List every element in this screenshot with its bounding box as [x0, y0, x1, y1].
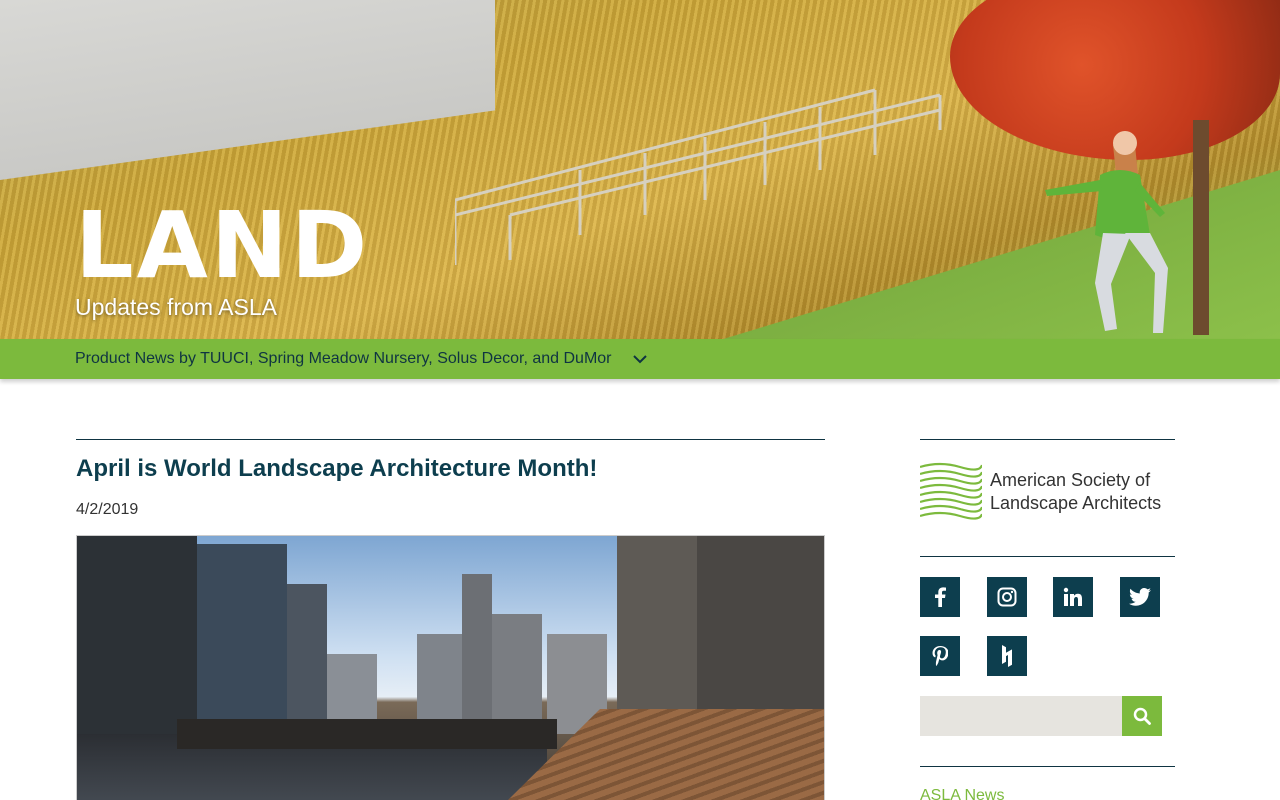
houzz-icon[interactable]	[986, 636, 1027, 676]
hero-railing	[455, 88, 942, 265]
site-brand[interactable]: LAND Updates from ASLA	[75, 200, 370, 321]
social-links	[920, 577, 1175, 676]
search-input[interactable]	[920, 696, 1122, 736]
instagram-icon[interactable]	[986, 577, 1027, 617]
divider	[920, 556, 1175, 557]
search-bar	[920, 696, 1175, 736]
pinterest-icon[interactable]	[920, 636, 960, 676]
twitter-icon[interactable]	[1119, 577, 1160, 617]
nav-current-post-label[interactable]: Product News by TUUCI, Spring Meadow Nur…	[75, 350, 612, 368]
site-title[interactable]: LAND	[75, 200, 370, 292]
divider	[76, 439, 825, 440]
post-date: 4/2/2019	[76, 501, 139, 518]
post-nav-bar: Product News by TUUCI, Spring Meadow Nur…	[0, 339, 1280, 379]
post-title[interactable]: April is World Landscape Architecture Mo…	[76, 455, 825, 483]
facebook-icon[interactable]	[920, 577, 960, 617]
post-featured-image[interactable]	[76, 535, 825, 800]
asla-logo-mark-icon	[920, 462, 982, 520]
search-icon	[1133, 707, 1151, 725]
linkedin-icon[interactable]	[1053, 577, 1093, 617]
chevron-down-icon[interactable]	[632, 351, 648, 367]
main-content: April is World Landscape Architecture Mo…	[76, 439, 825, 800]
hero-banner: LAND Updates from ASLA	[0, 0, 1280, 340]
divider	[920, 766, 1175, 767]
post-image-bridge	[177, 719, 557, 749]
hero-tree-trunk	[1193, 120, 1209, 335]
asla-logo-text: American Society of Landscape Architects	[990, 469, 1161, 515]
asla-news-link[interactable]: ASLA News	[920, 787, 1175, 800]
search-button[interactable]	[1122, 696, 1162, 736]
asla-logo-line2: Landscape Architects	[990, 493, 1162, 513]
sidebar: American Society of Landscape Architects…	[920, 439, 1175, 800]
asla-logo[interactable]: American Society of Landscape Architects	[920, 460, 1175, 524]
hero-child-figure	[1045, 131, 1168, 333]
asla-logo-line1: American Society of	[990, 470, 1151, 490]
divider	[920, 439, 1175, 440]
